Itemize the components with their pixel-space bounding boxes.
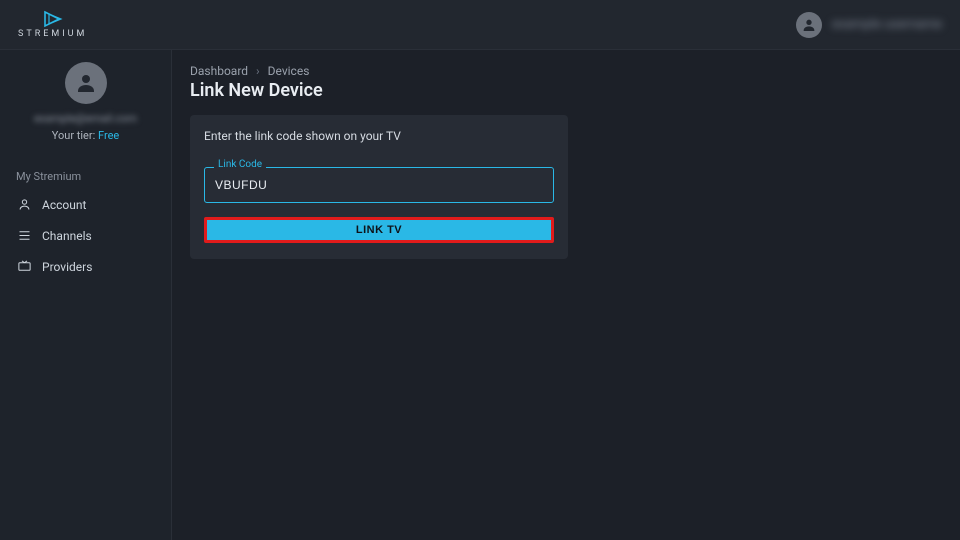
breadcrumb: Dashboard › Devices xyxy=(190,64,942,78)
link-code-input[interactable] xyxy=(204,167,554,203)
brand-logo[interactable]: STREMIUM xyxy=(18,10,87,39)
topbar-user[interactable]: example username xyxy=(796,12,942,38)
link-device-card: Enter the link code shown on your TV Lin… xyxy=(190,115,568,259)
link-code-field: Link Code xyxy=(204,167,554,203)
chevron-right-icon: › xyxy=(256,64,260,78)
tier-value[interactable]: Free xyxy=(98,129,119,142)
sidebar-item-account[interactable]: Account xyxy=(0,189,171,220)
user-avatar-icon xyxy=(796,12,822,38)
breadcrumb-devices[interactable]: Devices xyxy=(268,64,310,78)
sidebar-item-label: Providers xyxy=(42,260,92,274)
sidebar-email: example@email.com xyxy=(8,112,163,125)
sidebar-heading: My Stremium xyxy=(0,162,171,189)
sidebar-avatar xyxy=(65,62,107,104)
topbar: STREMIUM example username xyxy=(0,0,960,50)
sidebar-tier: Your tier: Free xyxy=(0,129,171,142)
topbar-user-name: example username xyxy=(832,17,942,32)
sidebar-item-label: Channels xyxy=(42,229,92,243)
page-title: Link New Device xyxy=(190,80,942,101)
sidebar: example@email.com Your tier: Free My Str… xyxy=(0,50,172,540)
link-tv-button[interactable]: LINK TV xyxy=(204,217,554,243)
list-icon xyxy=(16,228,32,243)
sidebar-item-label: Account xyxy=(42,198,86,212)
tv-icon xyxy=(16,259,32,274)
sidebar-item-channels[interactable]: Channels xyxy=(0,220,171,251)
main-content: Dashboard › Devices Link New Device Ente… xyxy=(172,50,960,540)
person-icon xyxy=(16,197,32,212)
brand-name: STREMIUM xyxy=(18,29,87,39)
card-instruction: Enter the link code shown on your TV xyxy=(204,129,554,143)
tier-label: Your tier: xyxy=(52,129,98,142)
play-logo-icon xyxy=(42,10,64,28)
link-code-label: Link Code xyxy=(214,159,266,170)
sidebar-item-providers[interactable]: Providers xyxy=(0,251,171,282)
breadcrumb-dashboard[interactable]: Dashboard xyxy=(190,64,248,78)
